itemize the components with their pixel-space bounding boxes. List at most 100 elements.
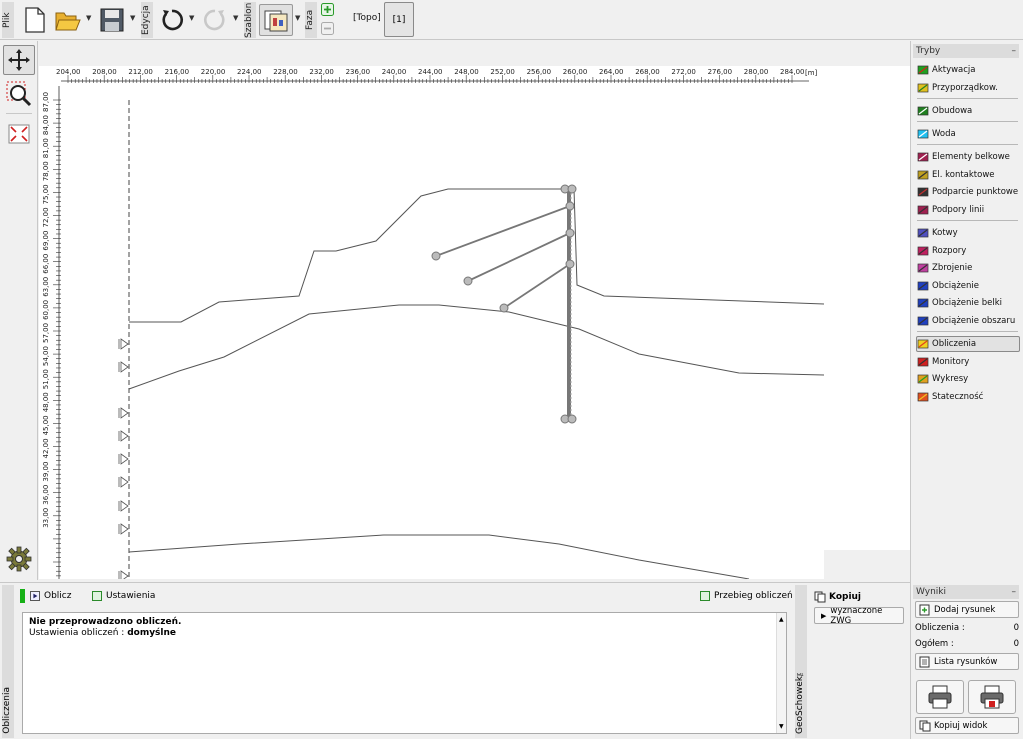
topo-phase-tab[interactable]: [Topo] — [353, 13, 381, 23]
calc-count-label: Obliczenia : — [915, 623, 965, 633]
mode-item[interactable]: Podparcie punktowe — [917, 184, 1019, 200]
vertical-ruler: 87,00 84,00 81,00 78,00 75,00 72,00 69,00 66,00… — [42, 86, 61, 579]
canvas-top-margin — [39, 41, 910, 66]
modes-separator — [917, 220, 1018, 221]
anchor-3[interactable] — [499, 259, 575, 313]
canvas-corner — [824, 550, 910, 580]
main-toolbar: Plik ▼ ▼ Edycja ▼ ▼ Szablon ▼ Faza [Topo… — [0, 0, 1023, 40]
mode-item[interactable]: Woda — [917, 126, 1019, 142]
copy-view-icon — [919, 720, 931, 731]
lining-icon — [917, 106, 929, 116]
point-support-icon — [917, 187, 929, 197]
settings-prefix: Ustawienia obliczeń : — [29, 628, 128, 638]
mode-item[interactable]: Podpory linii — [917, 202, 1019, 218]
mode-item[interactable]: Stateczność — [917, 389, 1019, 405]
copy-header[interactable]: Kopiuj — [814, 591, 861, 603]
model-drawing[interactable]: 204,00 208,00 212,00 216,00 220,00 224,00 228,… — [39, 66, 825, 582]
calc-count-value: 0 — [1013, 623, 1019, 633]
analysis-status-line: Nie przeprowadzono obliczeń. — [29, 617, 182, 627]
x-tick-label: 244,00 — [418, 68, 443, 76]
open-dropdown-icon[interactable]: ▼ — [86, 14, 91, 22]
phase-1-tab[interactable]: [1] — [384, 2, 414, 37]
results-minimize-button[interactable]: – — [1012, 585, 1017, 599]
mode-item-label: Rozpory — [932, 246, 967, 256]
new-file-icon — [25, 7, 45, 33]
save-button[interactable] — [97, 4, 127, 36]
modes-minimize-button[interactable]: – — [1012, 44, 1017, 58]
mode-item[interactable]: Zbrojenie — [917, 260, 1019, 276]
mode-item[interactable]: Kotwy — [917, 225, 1019, 241]
pan-tool-button[interactable] — [3, 45, 35, 75]
output-scrollbar[interactable]: ▲ ▼ — [776, 613, 786, 733]
scroll-down-icon[interactable]: ▼ — [779, 721, 784, 732]
geoclipboard-side-tab[interactable]: GeoSchowek™ — [795, 585, 807, 738]
ruler-unit-label: [m] — [805, 69, 818, 77]
add-drawing-icon — [919, 604, 930, 615]
x-tick-label: 272,00 — [671, 68, 696, 76]
mode-item[interactable]: Obciążenie — [917, 278, 1019, 294]
copy-label: Kopiuj — [829, 592, 862, 602]
copy-view-button[interactable]: Kopiuj widok — [915, 717, 1019, 734]
scroll-up-icon[interactable]: ▲ — [779, 614, 784, 625]
analysis-side-tab[interactable]: Obliczenia — [2, 585, 14, 738]
terrain-surface-line[interactable] — [129, 188, 825, 323]
results-panel-title: Wyniki – — [913, 585, 1019, 599]
y-tick-label: 36,00 — [42, 485, 50, 505]
template-dropdown-icon[interactable]: ▼ — [295, 14, 300, 22]
new-file-button[interactable] — [20, 4, 50, 36]
x-tick-label: 204,00 — [56, 68, 81, 76]
redo-button[interactable] — [200, 4, 230, 36]
print-button[interactable] — [916, 680, 964, 714]
drawing-canvas[interactable]: 204,00 208,00 212,00 216,00 220,00 224,00 228,… — [39, 66, 825, 582]
mode-item[interactable]: Elementy belkowe — [917, 149, 1019, 165]
redo-dropdown-icon[interactable]: ▼ — [233, 14, 238, 22]
layer-boundary-1[interactable] — [128, 304, 825, 390]
geoclipboard-label: GeoSchowek™ — [795, 666, 805, 734]
print-export-button[interactable] — [968, 680, 1016, 714]
horizontal-ruler: 204,00 208,00 212,00 216,00 220,00 224,00 228,… — [56, 68, 818, 83]
mode-item[interactable]: Przyporządkow. — [917, 80, 1019, 96]
save-dropdown-icon[interactable]: ▼ — [130, 14, 135, 22]
water-icon — [917, 129, 929, 139]
y-tick-label: 84,00 — [42, 115, 50, 135]
compute-button[interactable]: Oblicz — [30, 589, 71, 603]
add-drawing-button[interactable]: Dodaj rysunek — [915, 601, 1019, 618]
mode-item[interactable]: Obliczenia — [916, 336, 1020, 352]
total-count-label: Ogółem : — [915, 639, 954, 649]
y-tick-label: 75,00 — [42, 184, 50, 204]
sheet-pile-wall[interactable] — [560, 184, 577, 424]
anchor-2[interactable] — [463, 228, 575, 286]
undo-button[interactable] — [157, 4, 187, 36]
anchor-1[interactable] — [431, 201, 575, 261]
progress-button[interactable]: Przebieg obliczeń — [700, 589, 793, 603]
status-indicator — [20, 589, 25, 603]
anchor-icon — [917, 228, 929, 238]
modes-panel-title: Tryby – — [913, 44, 1019, 58]
template-button[interactable] — [259, 4, 293, 36]
mode-item[interactable]: El. kontaktowe — [917, 167, 1019, 183]
zwg-button[interactable]: ▶ wyznaczone ZWG — [814, 606, 904, 626]
settings-gear-button[interactable] — [3, 544, 35, 574]
y-tick-label: 57,00 — [42, 323, 50, 343]
settings-button[interactable]: Ustawienia — [92, 589, 155, 603]
add-phase-button[interactable] — [321, 3, 334, 16]
layer-boundary-2[interactable] — [128, 534, 750, 580]
undo-dropdown-icon[interactable]: ▼ — [189, 14, 194, 22]
activation-icon — [917, 65, 929, 75]
contact-icon — [917, 170, 929, 180]
plus-icon — [321, 3, 334, 16]
redo-icon — [203, 9, 225, 31]
mode-item[interactable]: Obudowa — [917, 103, 1019, 119]
drawing-list-button[interactable]: Lista rysunków — [915, 653, 1019, 670]
support-triangle — [118, 430, 129, 442]
mode-item[interactable]: Aktywacja — [917, 62, 1019, 78]
mode-item[interactable]: Monitory — [917, 354, 1019, 370]
zoom-extents-button[interactable] — [3, 119, 35, 149]
mode-item[interactable]: Rozpory — [917, 243, 1019, 259]
mode-item[interactable]: Obciążenie belki — [917, 295, 1019, 311]
mode-item[interactable]: Wykresy — [917, 371, 1019, 387]
remove-phase-button[interactable] — [321, 22, 334, 35]
zoom-tool-button[interactable] — [3, 79, 35, 109]
mode-item[interactable]: Obciążenie obszaru — [917, 313, 1019, 329]
open-file-button[interactable] — [53, 4, 83, 36]
